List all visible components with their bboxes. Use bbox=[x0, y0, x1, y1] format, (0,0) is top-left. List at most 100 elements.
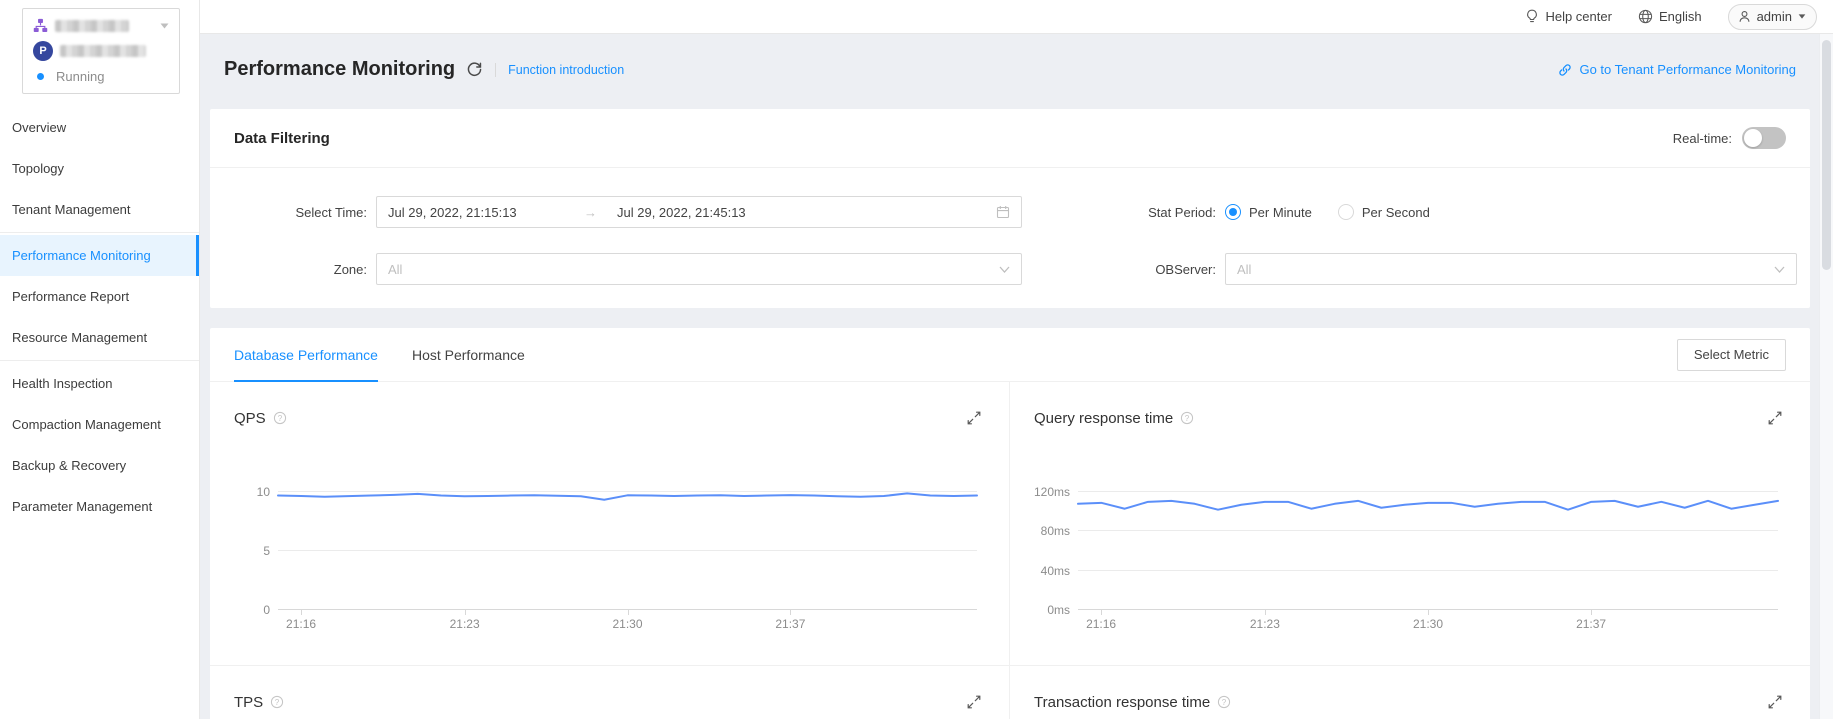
select-time-label: Select Time: bbox=[234, 205, 368, 220]
zone-select[interactable]: All bbox=[376, 253, 1022, 285]
cluster-selector[interactable]: P Running bbox=[22, 8, 180, 94]
scrollbar-thumb[interactable] bbox=[1822, 40, 1831, 270]
x-axis-label: 21:30 bbox=[612, 617, 642, 631]
filter-header: Data Filtering Real-time: bbox=[210, 109, 1810, 168]
select-metric-button[interactable]: Select Metric bbox=[1677, 339, 1786, 371]
radio-per-second[interactable]: Per Second bbox=[1338, 204, 1430, 220]
language-label: English bbox=[1659, 9, 1702, 24]
toggle-knob bbox=[1744, 129, 1762, 147]
calendar-icon[interactable] bbox=[996, 205, 1010, 219]
sidebar-menu: OverviewTopologyTenant Management Perform… bbox=[0, 107, 199, 527]
x-axis-label: 21:23 bbox=[1250, 617, 1280, 631]
sidebar-group-divider bbox=[0, 360, 199, 361]
tabs-row: Database Performance Host Performance Se… bbox=[210, 328, 1810, 382]
cluster-name-redacted bbox=[55, 20, 129, 32]
radio-per-minute-label: Per Minute bbox=[1249, 205, 1312, 220]
function-introduction-link[interactable]: Function introduction bbox=[508, 63, 624, 77]
filter-title: Data Filtering bbox=[234, 130, 330, 147]
time-start-value[interactable]: Jul 29, 2022, 21:15:13 bbox=[388, 205, 584, 220]
chart-card-tps: TPS? bbox=[210, 665, 1010, 719]
help-center-button[interactable]: Help center bbox=[1525, 9, 1611, 24]
link-icon bbox=[1558, 63, 1572, 77]
svg-text:?: ? bbox=[1185, 414, 1190, 423]
realtime-label: Real-time: bbox=[1673, 131, 1732, 146]
sidebar-item-overview[interactable]: Overview bbox=[0, 107, 199, 148]
lightbulb-icon bbox=[1525, 9, 1539, 24]
chart-header: QPS? bbox=[234, 406, 981, 430]
page-title: Performance Monitoring bbox=[224, 56, 455, 83]
y-axis-label: 0 bbox=[234, 603, 270, 617]
expand-icon[interactable] bbox=[1768, 695, 1782, 709]
svg-text:?: ? bbox=[275, 698, 280, 707]
x-axis-tick bbox=[628, 610, 629, 615]
tab-database-performance[interactable]: Database Performance bbox=[234, 328, 378, 382]
y-axis-label: 10 bbox=[234, 485, 270, 499]
x-axis-label: 21:16 bbox=[1086, 617, 1116, 631]
y-axis-label: 120ms bbox=[1034, 485, 1070, 499]
svg-text:?: ? bbox=[277, 414, 282, 423]
chart-title-box: TPS? bbox=[234, 694, 284, 711]
sidebar-item-resource-management[interactable]: Resource Management bbox=[0, 317, 199, 358]
x-axis-tick bbox=[1265, 610, 1266, 615]
tenant-name-redacted bbox=[60, 45, 146, 57]
tab-host-performance[interactable]: Host Performance bbox=[412, 328, 525, 382]
cluster-row bbox=[33, 18, 169, 33]
chart-x-axis: 21:1621:2321:3021:37 bbox=[1078, 610, 1778, 634]
sidebar-item-backup-recovery[interactable]: Backup & Recovery bbox=[0, 445, 199, 486]
tenant-performance-link[interactable]: Go to Tenant Performance Monitoring bbox=[1558, 62, 1796, 77]
sidebar: P Running OverviewTopologyTenant Managem… bbox=[0, 0, 200, 719]
time-range-picker[interactable]: Jul 29, 2022, 21:15:13 → Jul 29, 2022, 2… bbox=[376, 196, 1022, 228]
y-axis-label: 0ms bbox=[1034, 603, 1070, 617]
sidebar-item-compaction-management[interactable]: Compaction Management bbox=[0, 404, 199, 445]
vertical-scrollbar[interactable] bbox=[1819, 34, 1833, 719]
chevron-down-icon[interactable] bbox=[160, 23, 169, 29]
x-axis-tick bbox=[790, 610, 791, 615]
time-end-value[interactable]: Jul 29, 2022, 21:45:13 bbox=[617, 205, 746, 220]
realtime-control: Real-time: bbox=[1673, 127, 1786, 149]
expand-icon[interactable] bbox=[967, 411, 981, 425]
chart-card-query-response-time: Query response time?0ms40ms80ms120ms21:1… bbox=[1010, 382, 1810, 665]
help-circle-icon[interactable]: ? bbox=[1217, 695, 1231, 709]
filter-body: Select Time: Jul 29, 2022, 21:15:13 → Ju… bbox=[210, 168, 1810, 308]
chart-header: TPS? bbox=[234, 690, 981, 714]
x-axis-label: 21:16 bbox=[286, 617, 316, 631]
expand-icon[interactable] bbox=[1768, 411, 1782, 425]
refresh-icon[interactable] bbox=[466, 61, 483, 78]
chart-header: Query response time? bbox=[1034, 406, 1782, 430]
chart-title: Transaction response time bbox=[1034, 694, 1210, 711]
range-arrow-icon: → bbox=[584, 205, 597, 220]
observer-label: OBServer: bbox=[1030, 262, 1217, 277]
sidebar-item-parameter-management[interactable]: Parameter Management bbox=[0, 486, 199, 527]
help-circle-icon[interactable]: ? bbox=[1180, 411, 1194, 425]
user-menu[interactable]: admin bbox=[1728, 4, 1817, 30]
app-root: P Running OverviewTopologyTenant Managem… bbox=[0, 0, 1833, 719]
chart-title: Query response time bbox=[1034, 410, 1173, 427]
x-axis-label: 21:37 bbox=[1576, 617, 1606, 631]
sidebar-item-tenant-management[interactable]: Tenant Management bbox=[0, 189, 199, 230]
observer-select[interactable]: All bbox=[1225, 253, 1797, 285]
stat-period-radio-group: Per Minute Per Second bbox=[1225, 204, 1797, 220]
chart-card-transaction-response-time: Transaction response time? bbox=[1010, 665, 1810, 719]
expand-icon[interactable] bbox=[967, 695, 981, 709]
sidebar-item-performance-monitoring[interactable]: Performance Monitoring bbox=[0, 235, 199, 276]
line-series bbox=[278, 492, 977, 610]
observer-select-value: All bbox=[1237, 262, 1251, 277]
chevron-down-icon bbox=[1774, 266, 1785, 273]
sidebar-item-topology[interactable]: Topology bbox=[0, 148, 199, 189]
help-circle-icon[interactable]: ? bbox=[270, 695, 284, 709]
y-axis-label: 80ms bbox=[1034, 524, 1070, 538]
globe-icon bbox=[1638, 9, 1653, 24]
help-circle-icon[interactable]: ? bbox=[273, 411, 287, 425]
page-header: Performance Monitoring Function introduc… bbox=[210, 34, 1810, 83]
x-axis-label: 21:23 bbox=[450, 617, 480, 631]
x-axis-label: 21:37 bbox=[775, 617, 805, 631]
realtime-toggle[interactable] bbox=[1742, 127, 1786, 149]
stat-period-label: Stat Period: bbox=[1030, 205, 1217, 220]
chevron-down-icon bbox=[999, 266, 1010, 273]
sidebar-item-performance-report[interactable]: Performance Report bbox=[0, 276, 199, 317]
tenant-row: P bbox=[33, 41, 169, 61]
language-button[interactable]: English bbox=[1638, 9, 1702, 24]
y-axis-label: 5 bbox=[234, 544, 270, 558]
sidebar-item-health-inspection[interactable]: Health Inspection bbox=[0, 363, 199, 404]
radio-per-minute[interactable]: Per Minute bbox=[1225, 204, 1312, 220]
